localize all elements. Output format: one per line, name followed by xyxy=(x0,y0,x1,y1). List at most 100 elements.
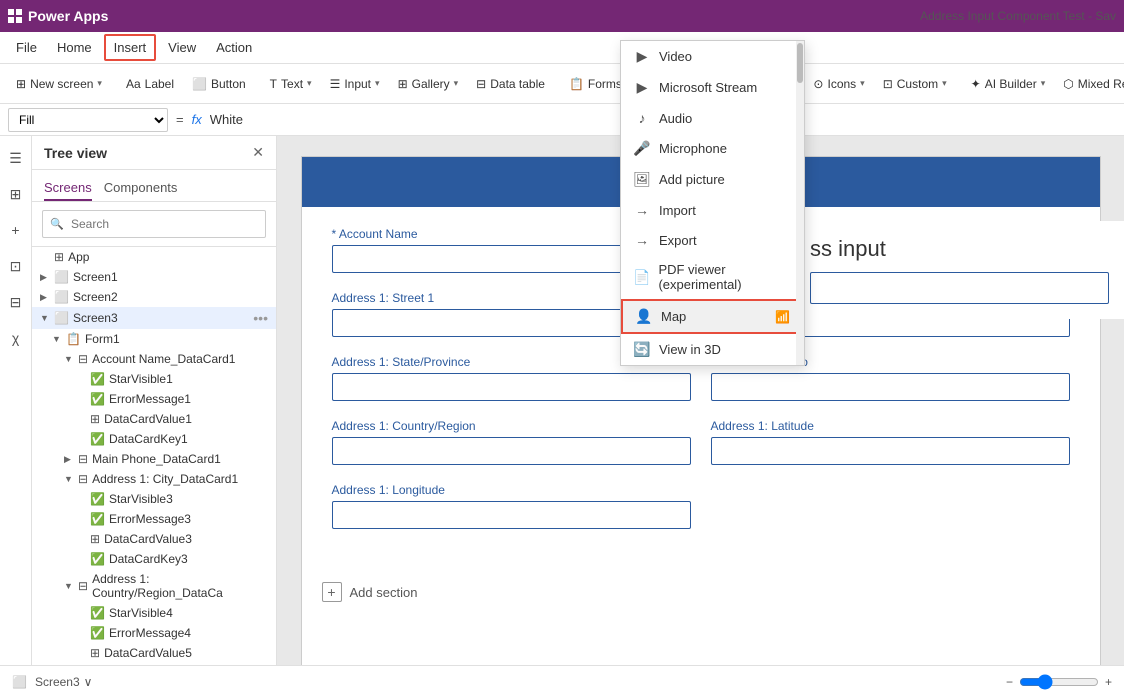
dropdown-label-stream: Microsoft Stream xyxy=(659,80,757,95)
audio-icon: ♪ xyxy=(633,110,651,126)
dropdown-label-map: Map xyxy=(661,309,686,324)
dropdown-item-view3d[interactable]: 🔄 View in 3D xyxy=(621,334,804,365)
menu-view[interactable]: View xyxy=(160,36,204,59)
tree-item-app[interactable]: ⊞ App xyxy=(32,247,276,267)
zoom-slider[interactable] xyxy=(1019,674,1099,690)
tree-item-datacardvalue3[interactable]: ⊞ DataCardValue3 xyxy=(32,529,276,549)
custom-button[interactable]: ⊡ Custom ▾ xyxy=(875,73,955,95)
tree-item-screen3[interactable]: ▼ ⬜ Screen3 ••• xyxy=(32,307,276,329)
screen-chevron[interactable]: ∨ xyxy=(84,675,93,689)
data-icon-btn[interactable]: ⊟ xyxy=(2,288,30,316)
menu-home[interactable]: Home xyxy=(49,36,100,59)
mixed-reality-button[interactable]: ⬡ Mixed Reality ▾ xyxy=(1055,73,1124,95)
dropdown-label-video: Video xyxy=(659,49,692,64)
dropdown-item-audio[interactable]: ♪ Audio xyxy=(621,103,804,133)
input-country[interactable] xyxy=(332,437,691,465)
data-table-icon: ⊟ xyxy=(476,77,486,91)
add-section-icon: + xyxy=(322,582,342,602)
input-state[interactable] xyxy=(332,373,691,401)
check-icon: ✅ xyxy=(90,372,105,386)
variable-icon-btn[interactable]: χ xyxy=(2,324,30,352)
menu-insert[interactable]: Insert xyxy=(104,34,157,61)
custom-icon: ⊡ xyxy=(883,77,893,91)
tree-item-account-datacard[interactable]: ▼ ⊟ Account Name_DataCard1 xyxy=(32,349,276,369)
screen-icon: ⬜ xyxy=(54,290,69,304)
menu-bar: File Home Insert View Action xyxy=(0,32,1124,64)
input-button[interactable]: ☰ Input ▾ xyxy=(322,73,388,95)
hamburger-icon-btn[interactable]: ☰ xyxy=(2,144,30,172)
dropdown-item-export[interactable]: → Export xyxy=(621,225,804,255)
pdf-icon: 📄 xyxy=(633,269,650,286)
add-section[interactable]: + Add section xyxy=(302,567,1100,617)
input-longitude[interactable] xyxy=(332,501,691,529)
tree-item-starvisible1[interactable]: ✅ StarVisible1 xyxy=(32,369,276,389)
bottom-bar: ⬜ Screen3 ∨ − + xyxy=(0,665,1124,697)
tree-chevron: ▼ xyxy=(64,581,74,591)
tree-dots[interactable]: ••• xyxy=(253,310,268,326)
formula-fx: fx xyxy=(192,112,202,127)
dropdown-item-map[interactable]: 👤 Map 📶 xyxy=(621,299,804,334)
datacard-icon: ⊟ xyxy=(78,452,88,466)
tree-item-errormessage1[interactable]: ✅ ErrorMessage1 xyxy=(32,389,276,409)
sidebar-search-area: 🔍 xyxy=(32,202,276,247)
formula-dropdown[interactable]: Fill xyxy=(8,108,168,132)
layers-icon-btn[interactable]: ⊞ xyxy=(2,180,30,208)
dropdown-item-add-picture[interactable]: 🖼 Add picture xyxy=(621,164,804,195)
tree-item-starvisible3[interactable]: ✅ StarVisible3 xyxy=(32,489,276,509)
ai-builder-button[interactable]: ✦ AI Builder ▾ xyxy=(963,73,1054,95)
search-input[interactable] xyxy=(42,210,266,238)
tree-item-datacardvalue5[interactable]: ⊞ DataCardValue5 xyxy=(32,643,276,663)
search-icon: 🔍 xyxy=(50,218,64,231)
tree-item-screen2[interactable]: ▶ ⬜ Screen2 xyxy=(32,287,276,307)
menu-file[interactable]: File xyxy=(8,36,45,59)
tree-item-datacardkey1[interactable]: ✅ DataCardKey1 xyxy=(32,429,276,449)
tree-item-datacardkey3[interactable]: ✅ DataCardKey3 xyxy=(32,549,276,569)
tree-item-screen1[interactable]: ▶ ⬜ Screen1 xyxy=(32,267,276,287)
tree-item-datacardvalue1[interactable]: ⊞ DataCardValue1 xyxy=(32,409,276,429)
tab-components[interactable]: Components xyxy=(104,176,178,201)
puzzle-icon-btn[interactable]: ⊡ xyxy=(2,252,30,280)
tree-item-form1[interactable]: ▼ 📋 Form1 xyxy=(32,329,276,349)
dropdown-item-video[interactable]: ▶ Video xyxy=(621,41,804,72)
button-button[interactable]: ⬜ Button xyxy=(184,73,254,95)
dropdown-item-import[interactable]: → Import xyxy=(621,195,804,225)
plus-icon-btn[interactable]: + xyxy=(2,216,30,244)
text-button[interactable]: T Text ▾ xyxy=(262,73,320,95)
sidebar-tabs: Screens Components xyxy=(32,170,276,202)
address-panel-input[interactable] xyxy=(810,272,1109,304)
tree-item-starvisible4[interactable]: ✅ StarVisible4 xyxy=(32,603,276,623)
add-picture-icon: 🖼 xyxy=(633,171,651,188)
dropdown-scrollbar[interactable] xyxy=(796,41,804,365)
sidebar-close-button[interactable]: ✕ xyxy=(252,144,264,161)
formula-equals: = xyxy=(176,112,184,127)
label-button[interactable]: Aa Label xyxy=(118,73,182,95)
gallery-button[interactable]: ⊞ Gallery ▾ xyxy=(390,73,467,95)
data-table-button[interactable]: ⊟ Data table xyxy=(468,73,553,95)
datacard-icon: ⊟ xyxy=(78,579,88,593)
input-latitude[interactable] xyxy=(711,437,1070,465)
app-icon: ⊞ xyxy=(54,250,64,264)
tree-item-country-datacard[interactable]: ▼ ⊟ Address 1: Country/Region_DataCa xyxy=(32,569,276,603)
tab-screens[interactable]: Screens xyxy=(44,176,92,201)
menu-action[interactable]: Action xyxy=(208,36,260,59)
datacard-icon: ⊟ xyxy=(78,352,88,366)
check-icon: ✅ xyxy=(90,626,105,640)
tree-item-errormessage4[interactable]: ✅ ErrorMessage4 xyxy=(32,623,276,643)
input-zip[interactable] xyxy=(711,373,1070,401)
tree-item-mainphone-datacard[interactable]: ▶ ⊟ Main Phone_DataCard1 xyxy=(32,449,276,469)
new-screen-button[interactable]: ⊞ New screen ▾ xyxy=(8,73,110,95)
dropdown-label-add-picture: Add picture xyxy=(659,172,725,187)
dropdown-item-stream[interactable]: ▶ Microsoft Stream xyxy=(621,72,804,103)
new-screen-icon: ⊞ xyxy=(16,77,26,91)
dropdown-label-import: Import xyxy=(659,203,696,218)
zoom-minus-button[interactable]: − xyxy=(1006,675,1013,689)
tree-chevron: ▶ xyxy=(64,454,74,465)
tree-item-errormessage3[interactable]: ✅ ErrorMessage3 xyxy=(32,509,276,529)
video-icon: ▶ xyxy=(633,48,651,65)
dropdown-item-pdf[interactable]: 📄 PDF viewer (experimental) xyxy=(621,255,804,299)
icons-button[interactable]: ⊙ Icons ▾ xyxy=(805,73,872,95)
zoom-plus-button[interactable]: + xyxy=(1105,675,1112,689)
view3d-icon: 🔄 xyxy=(633,341,651,358)
tree-item-city-datacard[interactable]: ▼ ⊟ Address 1: City_DataCard1 xyxy=(32,469,276,489)
dropdown-item-microphone[interactable]: 🎤 Microphone xyxy=(621,133,804,164)
